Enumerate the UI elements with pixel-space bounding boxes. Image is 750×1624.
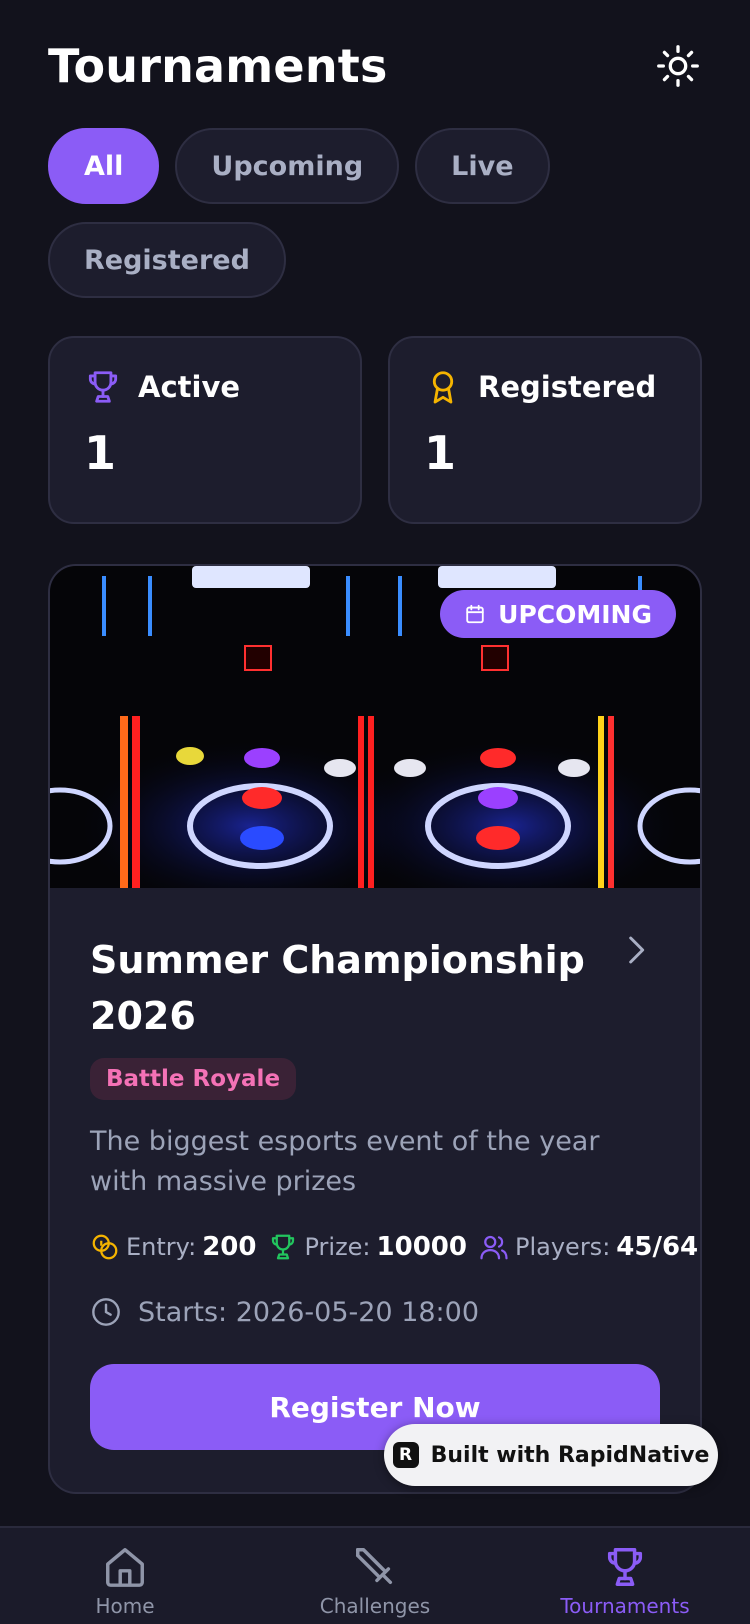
tab-tournaments[interactable]: Tournaments [500, 1528, 750, 1624]
trophy-icon [272, 1234, 295, 1260]
prize-value: 10000 [376, 1232, 467, 1262]
tab-tournaments-label: Tournaments [560, 1594, 690, 1618]
status-badge: UPCOMING [440, 590, 676, 638]
stat-label-registered: Registered [478, 370, 657, 404]
header: Tournaments [48, 36, 702, 96]
theme-toggle-button[interactable] [654, 42, 702, 90]
entry-label: Entry: [126, 1233, 197, 1261]
built-with-label: Built with RapidNative [430, 1442, 710, 1468]
tournament-title: Summer Championship 2026 [90, 938, 585, 1038]
stats-row: Active 1 Registered 1 [48, 336, 702, 524]
entry-value: 200 [202, 1232, 257, 1262]
sword-icon [356, 1548, 393, 1585]
trophy-icon [607, 1548, 643, 1586]
bottom-tab-bar: Home Challenges Tournaments [0, 1526, 750, 1624]
sun-icon [657, 45, 699, 87]
filter-chips: All Upcoming Live Registered [48, 128, 708, 298]
prize-label: Prize: [304, 1233, 371, 1261]
players-value: 45/64 [616, 1232, 699, 1262]
built-with-badge[interactable]: R Built with RapidNative [384, 1424, 718, 1486]
tournament-card[interactable]: UPCOMING Summer Championship 2026 Battle… [48, 564, 702, 1494]
award-icon [432, 371, 454, 404]
stat-card-registered: Registered 1 [388, 336, 702, 524]
tournament-description: The biggest esports event of the year wi… [90, 1126, 600, 1197]
tab-home[interactable]: Home [0, 1528, 250, 1624]
stat-value-active: 1 [84, 426, 117, 480]
tab-challenges-label: Challenges [319, 1594, 431, 1618]
stat-card-active: Active 1 [48, 336, 362, 524]
filter-live[interactable]: Live [415, 128, 550, 204]
coins-icon [92, 1234, 118, 1260]
tournament-banner-image: UPCOMING [50, 566, 700, 888]
players-label: Players: [515, 1233, 611, 1261]
game-mode-tag: Battle Royale [90, 1058, 297, 1100]
calendar-icon [466, 604, 484, 624]
tournament-meta-row: Entry: 200 Prize: 10000 Players: 45/64 [90, 1232, 698, 1262]
filter-all[interactable]: All [48, 128, 160, 204]
chevron-right-icon[interactable] [620, 934, 652, 966]
filter-registered[interactable]: Registered [48, 222, 286, 298]
start-time-row: Starts: 2026-05-20 18:00 [90, 1296, 660, 1328]
tab-challenges[interactable]: Challenges [250, 1528, 500, 1624]
start-time: Starts: 2026-05-20 18:00 [138, 1296, 480, 1328]
users-icon [480, 1235, 508, 1260]
tab-home-label: Home [95, 1594, 155, 1618]
rapidnative-logo-icon: R [392, 1442, 419, 1468]
stat-label-active: Active [138, 370, 241, 404]
home-icon [106, 1548, 144, 1587]
page-title: Tournaments [48, 39, 388, 93]
clock-icon [92, 1298, 120, 1326]
trophy-icon [88, 371, 118, 403]
filter-upcoming[interactable]: Upcoming [175, 128, 400, 204]
status-badge-label: UPCOMING [498, 599, 652, 629]
stat-value-registered: 1 [424, 426, 457, 480]
